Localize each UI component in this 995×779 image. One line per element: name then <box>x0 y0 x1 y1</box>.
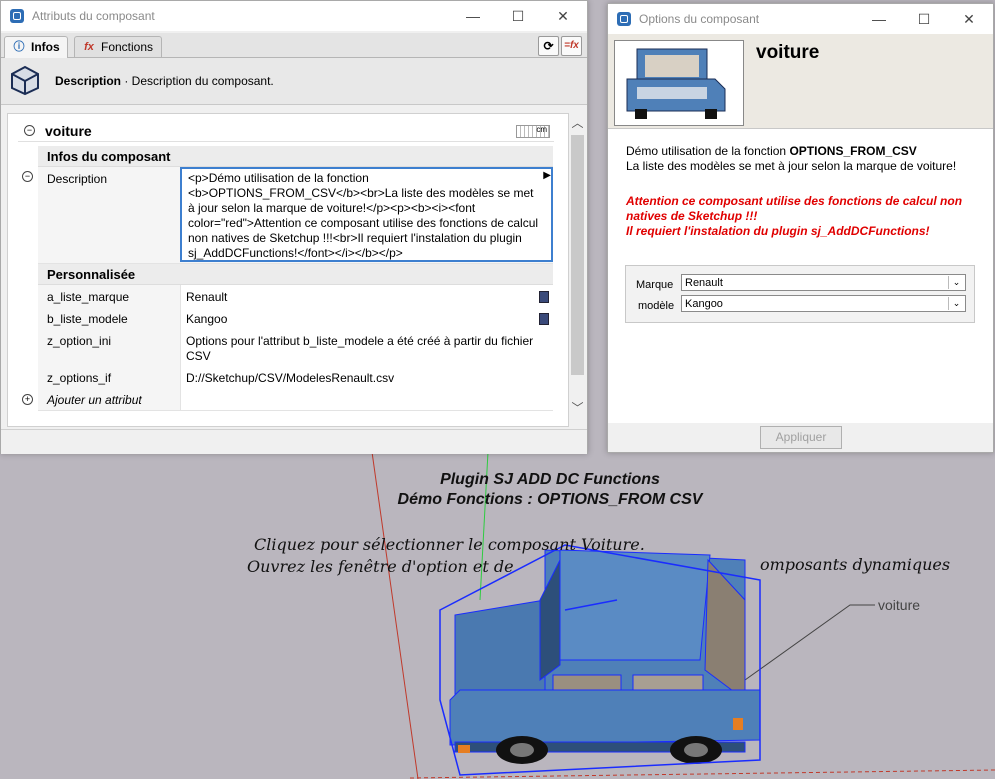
row-value[interactable]: Kangoo <box>186 312 538 327</box>
minimize-button[interactable]: — <box>450 1 496 31</box>
scene-hint-line1: Cliquez pour sélectionner le composant V… <box>254 535 645 554</box>
list-icon[interactable] <box>539 291 549 303</box>
leader-line <box>744 604 875 681</box>
description-edit-field[interactable]: <p>Démo utilisation de la fonction <b>OP… <box>180 167 553 262</box>
table-row[interactable]: a_liste_marque Renault <box>38 285 553 308</box>
description-value: · Description du composant. <box>121 74 274 88</box>
value-cell <box>180 388 553 410</box>
options-component-name: voiture <box>756 42 820 63</box>
list-icon[interactable] <box>539 313 549 325</box>
component-icon <box>11 65 39 96</box>
unit-label: cm <box>536 125 547 134</box>
sketchup-app-icon <box>617 12 631 26</box>
description-edit-value: <p>Démo utilisation de la fonction <b>OP… <box>188 171 539 260</box>
apply-button[interactable]: Appliquer <box>760 426 842 449</box>
marque-select-value: Renault <box>685 277 723 289</box>
collapse-description-icon[interactable]: − <box>22 171 33 182</box>
chevron-down-icon[interactable]: ⌄ <box>948 276 964 289</box>
component-name: voiture <box>45 123 92 139</box>
marque-label: Marque <box>636 279 674 291</box>
info-icon: ⓘ <box>13 41 25 53</box>
scene-hint-line2b: omposants dynamiques <box>760 555 951 574</box>
maximize-button[interactable]: ☐ <box>901 4 947 34</box>
line2: La liste des modèles se met à jour selon… <box>626 159 957 173</box>
chevron-down-icon[interactable]: ⌄ <box>948 297 964 310</box>
row-key: z_options_if <box>47 371 112 385</box>
row-value[interactable]: D://Sketchup/CSV/ModelesRenault.csv <box>186 371 538 386</box>
modele-select[interactable]: Kangoo ⌄ <box>681 295 966 312</box>
scroll-thumb[interactable] <box>571 135 584 375</box>
arrow-right-icon[interactable]: ▶ <box>543 170 551 181</box>
close-button[interactable]: ✕ <box>946 4 992 34</box>
red-axis-dashed <box>409 769 995 779</box>
scene-title-line1: Plugin SJ ADD DC Functions <box>440 471 660 488</box>
options-window-title: Options du composant <box>639 12 760 26</box>
warning-line1: Attention ce composant utilise des fonct… <box>626 194 963 208</box>
options-body: Démo utilisation de la fonction OPTIONS_… <box>608 129 993 423</box>
car-thumbnail-icon <box>626 48 726 119</box>
collapse-icon[interactable]: − <box>24 125 35 136</box>
attributes-window-title: Attributs du composant <box>32 9 155 23</box>
table-row[interactable]: b_liste_modele Kangoo <box>38 307 553 330</box>
row-value[interactable]: Renault <box>186 290 538 305</box>
component-header: − voiture cm <box>18 121 554 142</box>
row-value[interactable]: Options pour l'attribut b_liste_modele a… <box>186 334 538 364</box>
tab-fonctions-label: Fonctions <box>101 40 154 54</box>
description-label: Description <box>55 74 122 88</box>
tab-infos[interactable]: ⓘ Infos <box>4 36 68 58</box>
row-key: b_liste_modele <box>47 312 128 326</box>
component-thumbnail <box>614 40 744 126</box>
warning-line3: Il requiert l'instalation du plugin sj_A… <box>626 224 930 238</box>
row-key: z_option_ini <box>47 334 112 348</box>
options-titlebar[interactable]: Options du composant — ☐ ✕ <box>608 4 993 34</box>
vertical-scrollbar[interactable]: ︿ ﹀ <box>569 113 586 418</box>
options-description: Démo utilisation de la fonction OPTIONS_… <box>626 144 956 174</box>
scene-hint-line2a: Ouvrez les fenêtre d'option et de <box>247 557 514 576</box>
fx-icon: fx <box>84 41 94 53</box>
table-row[interactable]: z_option_ini Options pour l'attribut b_l… <box>38 329 553 367</box>
status-bar <box>1 429 587 454</box>
unit-selector[interactable]: cm <box>516 125 550 138</box>
refresh-button[interactable]: ⟳ <box>538 36 559 56</box>
toggle-formula-button[interactable]: =fx <box>561 36 582 56</box>
table-row[interactable]: z_options_if D://Sketchup/CSV/ModelesRen… <box>38 366 553 389</box>
scroll-up-icon[interactable]: ︿ <box>569 115 586 131</box>
modele-label: modèle <box>638 300 675 312</box>
row-description-key: Description <box>47 172 108 186</box>
tab-infos-label: Infos <box>31 40 60 54</box>
row-key: a_liste_marque <box>47 290 130 304</box>
car-model <box>439 544 761 776</box>
line1-prefix: Démo utilisation de la fonction <box>626 144 790 158</box>
minimize-button[interactable]: — <box>856 4 902 34</box>
tab-fonctions[interactable]: fx Fonctions <box>74 36 162 57</box>
line1-bold: OPTIONS_FROM_CSV <box>789 144 917 158</box>
options-window[interactable]: Options du composant — ☐ ✕ voiture Démo … <box>607 3 994 453</box>
add-attribute-row[interactable]: Ajouter un attribut <box>38 388 553 411</box>
description-bar: Description · Description du composant. <box>1 58 587 105</box>
sketchup-app-icon <box>10 9 24 23</box>
leader-label: voiture <box>878 597 921 613</box>
description-text: Description · Description du composant. <box>55 74 274 88</box>
attributes-window[interactable]: Attributs du composant — ☐ ✕ ⓘ Infos fx … <box>0 0 588 454</box>
section-infos: Infos du composant <box>38 146 553 167</box>
attributes-titlebar[interactable]: Attributs du composant — ☐ ✕ <box>1 1 587 31</box>
maximize-button[interactable]: ☐ <box>495 1 541 31</box>
warning-line2: natives de Sketchup !!! <box>626 209 758 223</box>
scene-title-line2: Démo Fonctions : OPTIONS_FROM CSV <box>397 491 703 508</box>
options-footer: Appliquer <box>608 423 993 452</box>
marque-select[interactable]: Renault ⌄ <box>681 274 966 291</box>
add-icon[interactable]: + <box>22 394 33 405</box>
options-form: Marque Renault ⌄ modèle Kangoo ⌄ <box>625 265 975 323</box>
tab-bar: ⓘ Infos fx Fonctions ⟳ =fx <box>1 33 587 58</box>
attributes-panel: − voiture cm Infos du composant − Descri… <box>7 113 569 427</box>
options-header: voiture <box>608 34 993 129</box>
close-button[interactable]: ✕ <box>540 1 586 31</box>
scene-title: Plugin SJ ADD DC Functions Démo Fonction… <box>300 470 800 510</box>
section-personnalisee: Personnalisée <box>38 264 553 285</box>
scroll-down-icon[interactable]: ﹀ <box>569 400 586 416</box>
options-warning: Attention ce composant utilise des fonct… <box>626 194 962 239</box>
add-attribute-label[interactable]: Ajouter un attribut <box>47 393 142 407</box>
row-description: Description <p>Démo utilisation de la fo… <box>38 167 553 264</box>
modele-select-value: Kangoo <box>685 298 723 310</box>
